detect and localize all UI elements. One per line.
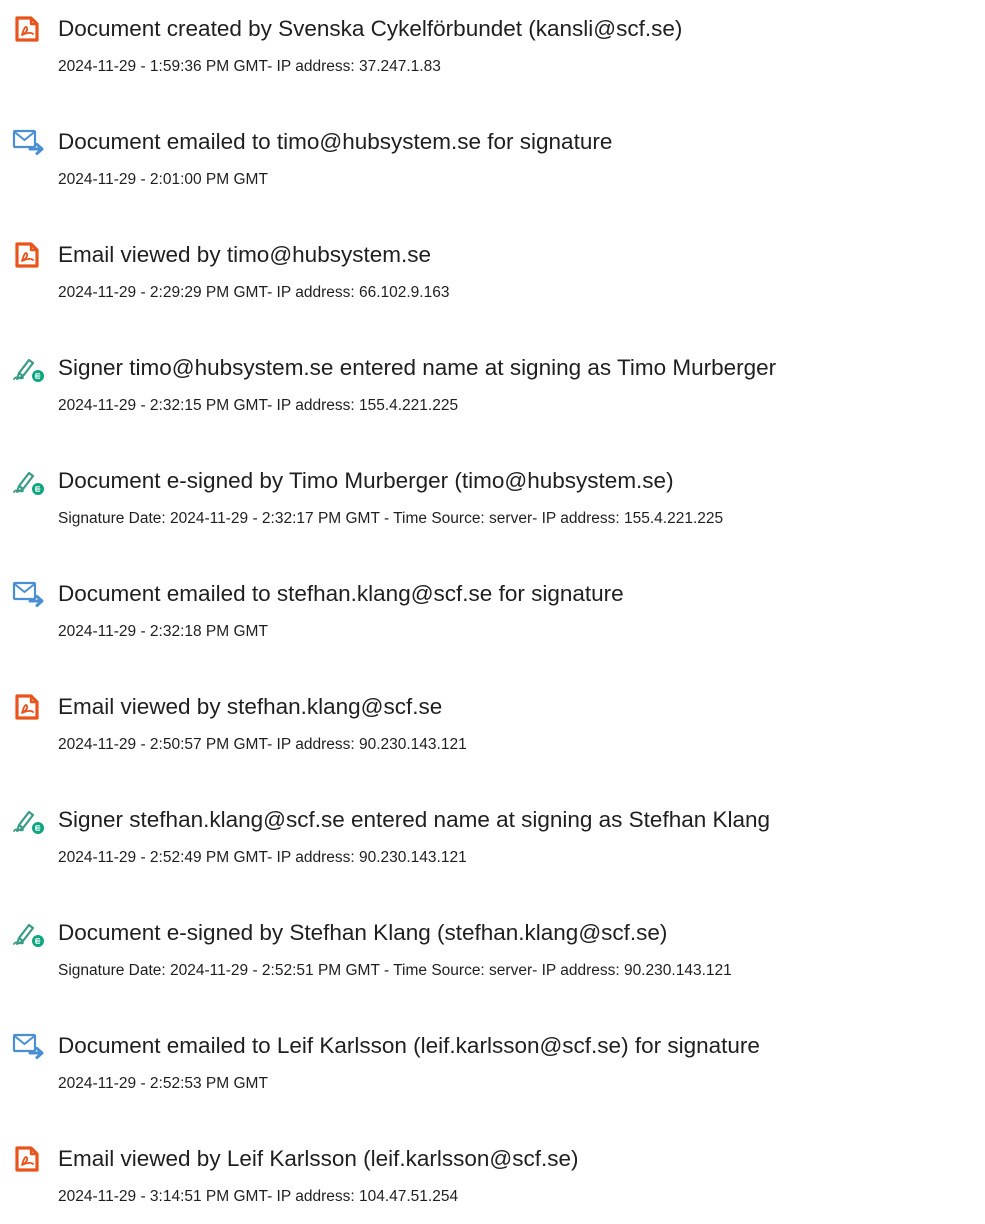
event-title: Email viewed by stefhan.klang@scf.se	[58, 694, 443, 719]
event-title: Document created by Svenska Cykelförbund…	[58, 16, 683, 41]
document-icon	[12, 240, 46, 274]
event-title: Signer stefhan.klang@scf.se entered name…	[58, 807, 771, 832]
audit-event: Document emailed to stefhan.klang@scf.se…	[0, 565, 985, 645]
audit-event: Document emailed to Leif Karlsson (leif.…	[0, 1017, 985, 1097]
audit-event: Signer timo@hubsystem.se entered name at…	[0, 339, 985, 419]
event-detail: 2024-11-29 - 2:01:00 PM GMT	[58, 171, 268, 188]
signature-pen-icon	[12, 805, 46, 839]
event-detail: 2024-11-29 - 3:14:51 PM GMT- IP address:…	[58, 1188, 459, 1205]
event-title: Document emailed to Leif Karlsson (leif.…	[58, 1033, 760, 1058]
audit-event: Document emailed to timo@hubsystem.se fo…	[0, 113, 985, 193]
event-title: Document emailed to timo@hubsystem.se fo…	[58, 129, 613, 154]
signature-pen-icon	[12, 466, 46, 500]
audit-event: Document created by Svenska Cykelförbund…	[0, 0, 985, 80]
event-title: Document e-signed by Timo Murberger (tim…	[58, 468, 674, 493]
event-title: Email viewed by timo@hubsystem.se	[58, 242, 431, 267]
document-icon	[12, 1144, 46, 1178]
event-title: Email viewed by Leif Karlsson (leif.karl…	[58, 1146, 579, 1171]
event-detail: 2024-11-29 - 1:59:36 PM GMT- IP address:…	[58, 58, 441, 75]
event-title: Document e-signed by Stefhan Klang (stef…	[58, 920, 668, 945]
event-detail: 2024-11-29 - 2:52:49 PM GMT- IP address:…	[58, 849, 467, 866]
event-title: Signer timo@hubsystem.se entered name at…	[58, 355, 777, 380]
audit-event: Document e-signed by Stefhan Klang (stef…	[0, 904, 985, 984]
email-send-icon	[12, 127, 46, 161]
signature-pen-icon	[12, 353, 46, 387]
event-detail: 2024-11-29 - 2:32:18 PM GMT	[58, 623, 268, 640]
audit-event: Email viewed by stefhan.klang@scf.se 202…	[0, 678, 985, 758]
email-send-icon	[12, 1031, 46, 1065]
document-icon	[12, 692, 46, 726]
document-icon	[12, 14, 46, 48]
audit-event: Document e-signed by Timo Murberger (tim…	[0, 452, 985, 532]
event-detail: 2024-11-29 - 2:50:57 PM GMT- IP address:…	[58, 736, 467, 753]
event-detail: Signature Date: 2024-11-29 - 2:32:17 PM …	[58, 510, 724, 527]
event-detail: Signature Date: 2024-11-29 - 2:52:51 PM …	[58, 962, 732, 979]
event-detail: 2024-11-29 - 2:52:53 PM GMT	[58, 1075, 268, 1092]
signature-pen-icon	[12, 918, 46, 952]
audit-event: Email viewed by Leif Karlsson (leif.karl…	[0, 1130, 985, 1210]
email-send-icon	[12, 579, 46, 613]
audit-event: Signer stefhan.klang@scf.se entered name…	[0, 791, 985, 871]
event-title: Document emailed to stefhan.klang@scf.se…	[58, 581, 624, 606]
audit-event: Email viewed by timo@hubsystem.se 2024-1…	[0, 226, 985, 306]
event-detail: 2024-11-29 - 2:29:29 PM GMT- IP address:…	[58, 284, 450, 301]
event-detail: 2024-11-29 - 2:32:15 PM GMT- IP address:…	[58, 397, 459, 414]
